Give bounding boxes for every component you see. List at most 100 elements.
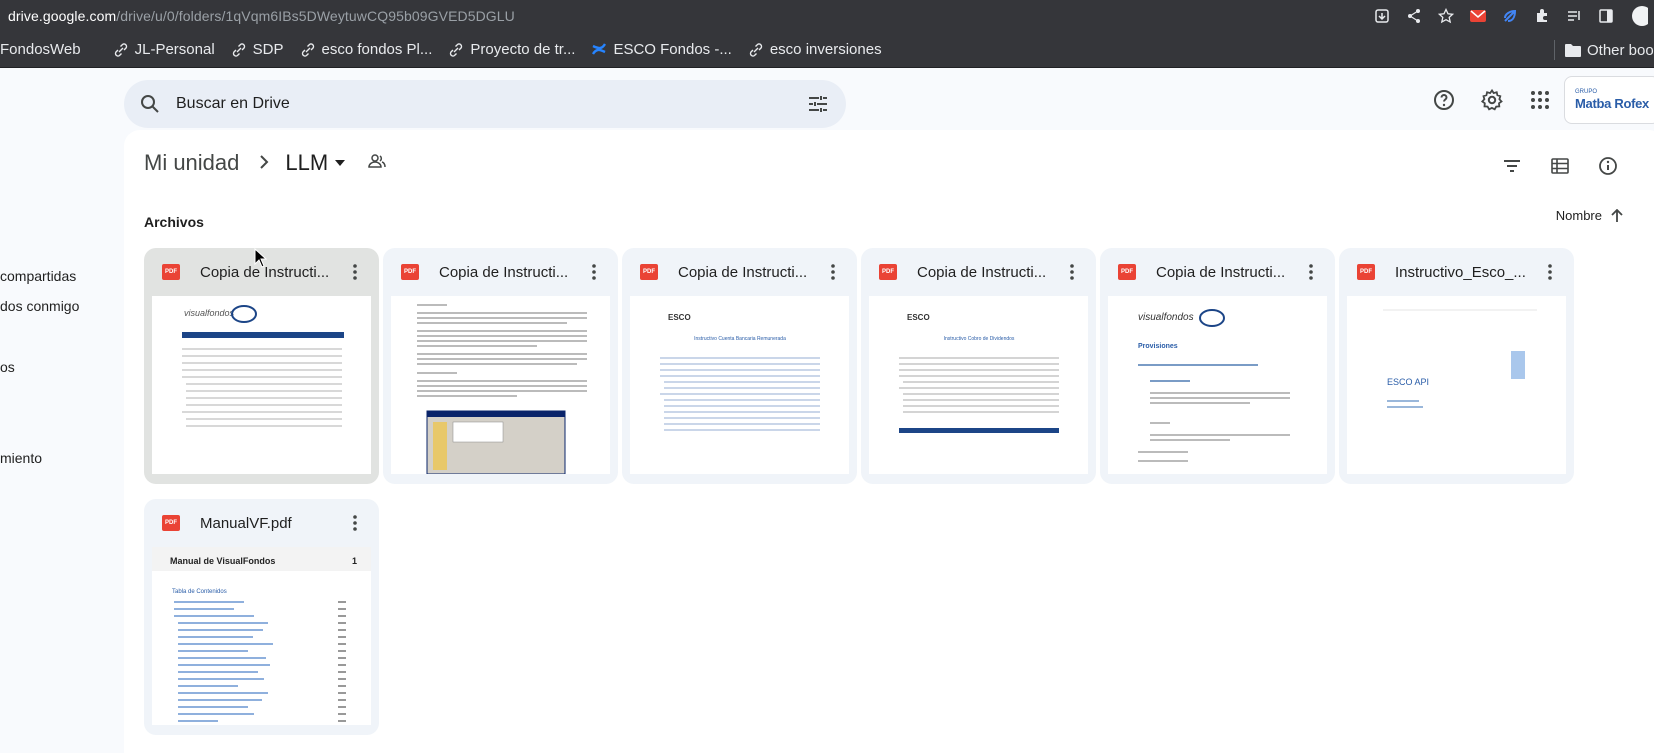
apps-grid-icon[interactable] bbox=[1520, 80, 1560, 120]
file-thumbnail: Manual de VisualFondos 1 Tabla de Conten… bbox=[152, 547, 371, 725]
sidebar-item-label: compartidas bbox=[0, 268, 77, 284]
bookmark-item[interactable]: FondosWeb bbox=[0, 41, 81, 58]
other-bookmarks[interactable]: Other boo bbox=[1554, 32, 1654, 68]
sidebar-item-shared-with-me[interactable]: dos conmigo bbox=[0, 298, 79, 314]
gmail-extension-icon[interactable] bbox=[1466, 4, 1490, 28]
folder-icon bbox=[1565, 44, 1581, 57]
pdf-icon: PDF bbox=[162, 264, 180, 280]
extension-feather-icon[interactable] bbox=[1498, 4, 1522, 28]
side-panel-icon[interactable] bbox=[1594, 4, 1618, 28]
reading-list-icon[interactable] bbox=[1562, 4, 1586, 28]
filter-icon[interactable] bbox=[1496, 150, 1528, 182]
folder-name: LLM bbox=[285, 150, 329, 175]
link-icon bbox=[232, 42, 245, 57]
sidebar-item-partial[interactable]: os bbox=[0, 359, 15, 375]
pdf-icon: PDF bbox=[162, 515, 180, 531]
pdf-icon: PDF bbox=[640, 264, 658, 280]
file-card-header: PDF Copia de Instructi... bbox=[622, 248, 857, 296]
file-card[interactable]: PDF Copia de Instructi... visualfondos bbox=[144, 248, 379, 484]
file-browser: Mi unidad LLM Archivos Nombre PDF Copia … bbox=[124, 130, 1654, 753]
settings-gear-icon[interactable] bbox=[1472, 80, 1512, 120]
bookmark-item[interactable]: ESCO Fondos -... bbox=[591, 41, 732, 58]
file-card[interactable]: PDF ManualVF.pdf Manual de VisualFondos … bbox=[144, 499, 379, 735]
shared-people-icon[interactable] bbox=[368, 153, 386, 174]
pdf-icon: PDF bbox=[1357, 264, 1375, 280]
sort-control[interactable]: Nombre bbox=[1556, 208, 1624, 223]
sidebar-item-label: os bbox=[0, 359, 15, 375]
bookmark-item[interactable]: esco fondos Pl... bbox=[300, 41, 433, 58]
breadcrumb: Mi unidad LLM bbox=[144, 150, 386, 176]
sidebar-item-label: miento bbox=[0, 450, 43, 466]
search-bar[interactable]: Buscar en Drive bbox=[124, 80, 846, 128]
share-icon[interactable] bbox=[1402, 4, 1426, 28]
sidebar-item-shared-drives[interactable]: compartidas bbox=[0, 268, 76, 284]
file-name: Copia de Instructi... bbox=[439, 263, 569, 281]
file-card[interactable]: PDF Copia de Instructi... ESCO Instructi… bbox=[861, 248, 1096, 484]
search-icon[interactable] bbox=[140, 94, 160, 114]
document-preview: visualfondos bbox=[182, 305, 344, 427]
bookmark-item[interactable]: Proyecto de tr... bbox=[448, 41, 575, 58]
toc-heading: Tabla de Contenidos bbox=[172, 589, 227, 595]
file-card-header: PDF Copia de Instructi... bbox=[383, 248, 618, 296]
file-card[interactable]: PDF Instructivo_Esco_... ESCO API bbox=[1339, 248, 1574, 484]
more-options-icon[interactable] bbox=[1538, 260, 1562, 284]
extension-icons bbox=[1370, 0, 1654, 32]
file-thumbnail: visualfondos bbox=[152, 296, 371, 474]
document-preview: visualfondos Provisiones bbox=[1138, 309, 1290, 462]
profile-avatar[interactable] bbox=[1626, 4, 1650, 28]
breadcrumb-root[interactable]: Mi unidad bbox=[144, 150, 239, 176]
address-field[interactable]: drive.google.com/drive/u/0/folders/1qVqm… bbox=[8, 8, 515, 24]
pdf-icon: PDF bbox=[1118, 264, 1136, 280]
more-options-icon[interactable] bbox=[1299, 260, 1323, 284]
document-preview: ESCO API bbox=[1383, 309, 1537, 408]
file-name: Copia de Instructi... bbox=[678, 263, 808, 281]
document-title: Manual de VisualFondos bbox=[170, 556, 275, 566]
link-icon bbox=[301, 42, 314, 57]
bookmark-label: SDP bbox=[252, 41, 284, 58]
more-options-icon[interactable] bbox=[582, 260, 606, 284]
breadcrumb-current-folder[interactable]: LLM bbox=[285, 150, 346, 176]
more-options-icon[interactable] bbox=[821, 260, 845, 284]
document-title: Instructivo Cobro de Dividendos bbox=[944, 336, 1015, 342]
link-icon bbox=[114, 42, 127, 57]
other-bookmarks-label: Other boo bbox=[1587, 41, 1654, 59]
search-options-icon[interactable] bbox=[806, 92, 830, 116]
bookmark-star-icon[interactable] bbox=[1434, 4, 1458, 28]
list-view-icon[interactable] bbox=[1544, 150, 1576, 182]
details-info-icon[interactable] bbox=[1592, 150, 1624, 182]
sort-label: Nombre bbox=[1555, 208, 1602, 223]
more-options-icon[interactable] bbox=[1060, 260, 1084, 284]
bookmark-item[interactable]: JL-Personal bbox=[113, 41, 215, 58]
link-icon bbox=[749, 42, 763, 57]
caret-down-icon bbox=[335, 160, 346, 166]
more-options-icon[interactable] bbox=[343, 511, 367, 535]
bookmark-label: esco inversiones bbox=[769, 41, 882, 58]
bookmarks-bar: FondosWeb JL-Personal SDP esco fondos Pl… bbox=[0, 32, 1654, 68]
bookmark-label: JL-Personal bbox=[134, 41, 215, 58]
file-name: ManualVF.pdf bbox=[200, 514, 292, 532]
help-icon[interactable] bbox=[1424, 80, 1464, 120]
document-title: Instructivo Cuenta Bancaria Remunerada bbox=[694, 336, 786, 342]
bookmark-label: esco fondos Pl... bbox=[321, 41, 433, 58]
account-logo: GRUPO Matba Rofex bbox=[1575, 89, 1649, 111]
file-card[interactable]: PDF Copia de Instructi... ESCO Instructi… bbox=[622, 248, 857, 484]
account-switcher[interactable]: GRUPO Matba Rofex bbox=[1564, 76, 1654, 124]
bookmark-item[interactable]: SDP bbox=[231, 41, 284, 58]
install-app-icon[interactable] bbox=[1370, 4, 1394, 28]
sidebar-item-label: dos conmigo bbox=[0, 298, 80, 314]
file-card[interactable]: PDF Copia de Instructi... bbox=[383, 248, 618, 484]
sidebar-item-storage[interactable]: miento bbox=[0, 450, 42, 466]
bookmark-item[interactable]: esco inversiones bbox=[748, 41, 882, 58]
file-card[interactable]: PDF Copia de Instructi... visualfondos P… bbox=[1100, 248, 1335, 484]
pdf-icon: PDF bbox=[879, 264, 897, 280]
account-group-label: GRUPO bbox=[1575, 89, 1598, 95]
page-number: 1 bbox=[352, 556, 357, 566]
drive-app: compartidas dos conmigo os miento Buscar… bbox=[0, 68, 1654, 753]
more-options-icon[interactable] bbox=[343, 260, 367, 284]
extensions-puzzle-icon[interactable] bbox=[1530, 4, 1554, 28]
search-input[interactable]: Buscar en Drive bbox=[176, 95, 290, 113]
header-actions bbox=[1424, 80, 1560, 120]
document-preview: ESCO Instructivo Cobro de Dividendos bbox=[899, 313, 1059, 433]
file-name: Copia de Instructi... bbox=[917, 263, 1047, 281]
view-controls bbox=[1496, 150, 1624, 182]
